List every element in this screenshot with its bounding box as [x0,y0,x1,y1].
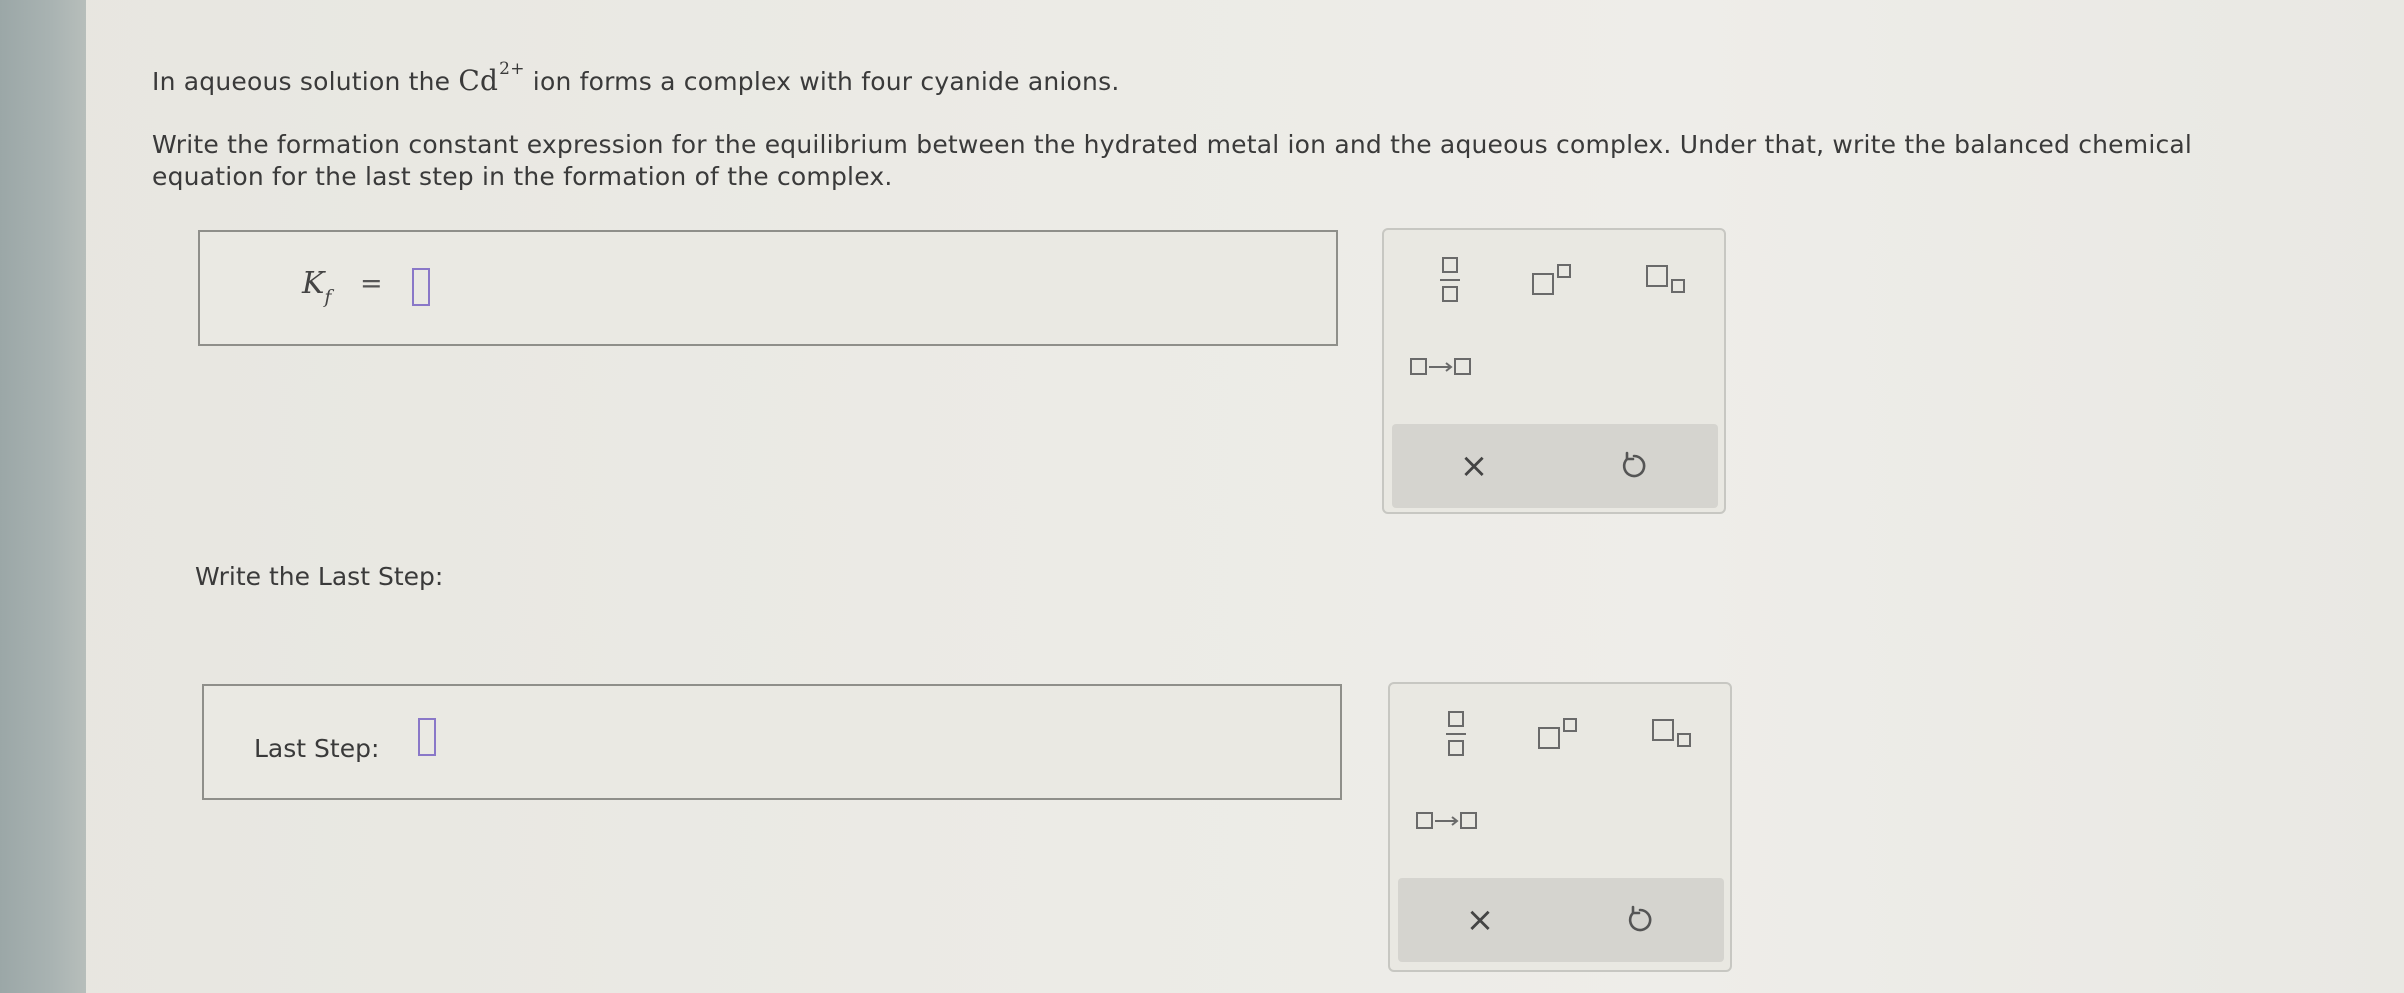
last-step-answer-box[interactable]: Last Step: [202,684,1342,800]
undo-icon [1628,905,1652,932]
clear-button[interactable]: × [1442,434,1506,498]
clear-icon: × [1459,446,1489,486]
palette-action-bar: × [1398,878,1724,962]
superscript-button[interactable] [1532,712,1586,756]
question-line-3: equation for the last step in the format… [152,162,893,191]
fraction-icon [1440,257,1460,302]
reaction-arrow-button[interactable] [1412,806,1484,836]
fraction-button[interactable] [1436,706,1476,762]
kf-answer-box[interactable]: Kf = [198,230,1338,346]
question-line-1: In aqueous solution the Cd2+ ion forms a… [152,59,1120,97]
subscript-icon [1646,265,1685,293]
question-text-part: In aqueous solution the [152,67,451,96]
kf-math-palette: × [1382,228,1726,514]
kf-subscript: f [324,286,332,308]
kf-letter: K [302,266,325,301]
clear-button[interactable]: × [1448,888,1512,952]
question-line-2: Write the formation constant expression … [152,130,2193,159]
ion-symbol: Cd [458,64,499,97]
subscript-button[interactable] [1646,712,1700,756]
last-step-math-palette: × [1388,682,1732,972]
reaction-arrow-button[interactable] [1406,352,1478,382]
last-step-heading: Write the Last Step: [195,562,444,591]
reaction-arrow-icon [1416,812,1477,829]
subscript-button[interactable] [1640,258,1694,302]
kf-symbol: Kf [302,266,331,308]
question-text-part: ion forms a complex with four cyanide an… [532,67,1120,96]
clear-icon: × [1465,900,1495,940]
left-edge-strip [0,0,86,993]
superscript-icon [1532,264,1571,295]
palette-action-bar: × [1392,424,1718,508]
fraction-button[interactable] [1430,252,1470,308]
last-step-label: Last Step: [254,734,380,763]
undo-icon [1622,451,1646,478]
superscript-button[interactable] [1526,258,1580,302]
undo-button[interactable] [1602,434,1666,498]
equals-sign: = [360,268,383,299]
superscript-icon [1538,718,1577,749]
kf-input-placeholder[interactable] [412,268,430,306]
ion-charge: 2+ [499,59,525,79]
reaction-arrow-icon [1410,358,1471,375]
undo-button[interactable] [1608,888,1672,952]
fraction-icon [1446,711,1466,756]
subscript-icon [1652,719,1691,747]
last-step-input-placeholder[interactable] [418,718,436,756]
